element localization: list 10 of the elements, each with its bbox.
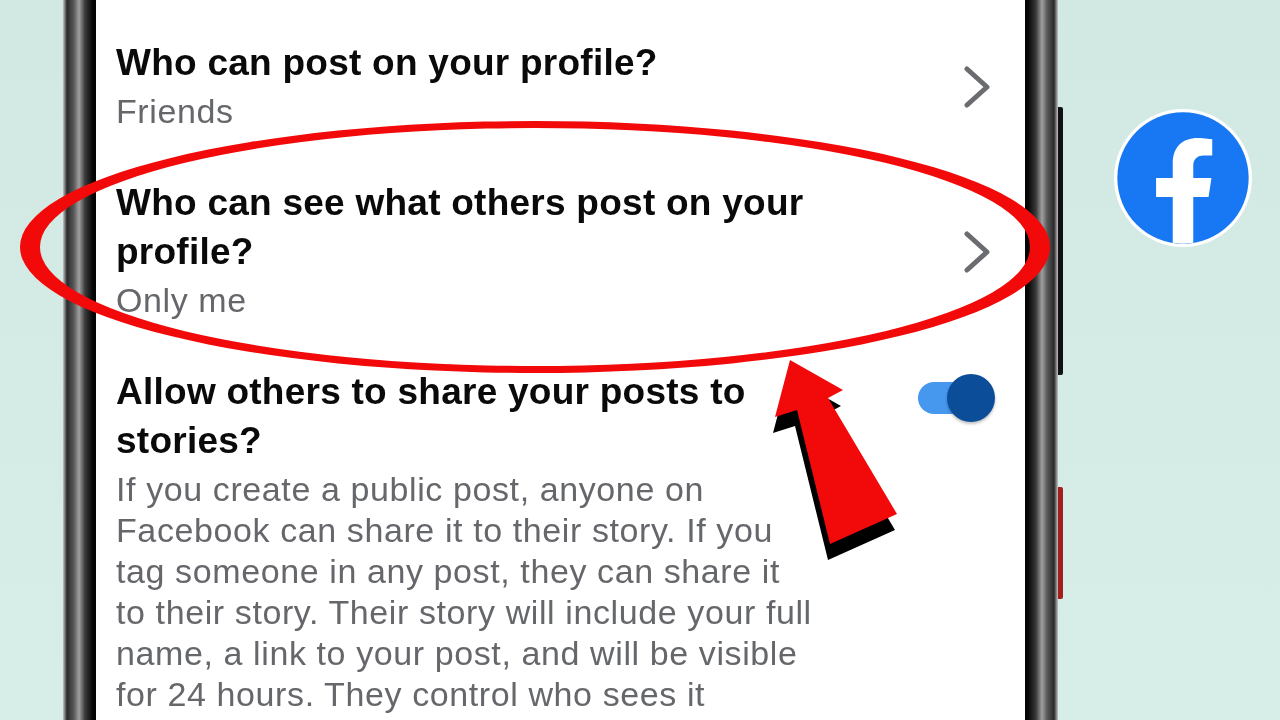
setting-value: Friends — [116, 91, 234, 132]
toggle-switch[interactable] — [918, 374, 995, 422]
logo-icon — [1114, 109, 1252, 247]
setting-title: Allow others to share your posts to stories? — [116, 370, 747, 463]
setting-description: If you create a public post, anyone on Facebook can share it to their story. If you tag someone in any post, they can share it to their story. Their story will include your full name, a link to your post, and will be visible for 24 hours. They control who sees it — [116, 469, 813, 715]
setting-value: Only me — [116, 280, 247, 321]
chevron-right-icon[interactable] — [964, 230, 990, 273]
chevron-right-icon[interactable] — [964, 66, 990, 108]
setting-title: Who can see what others post on your profile? — [116, 181, 805, 274]
setting-title: Who can post on your profile? — [116, 41, 658, 85]
